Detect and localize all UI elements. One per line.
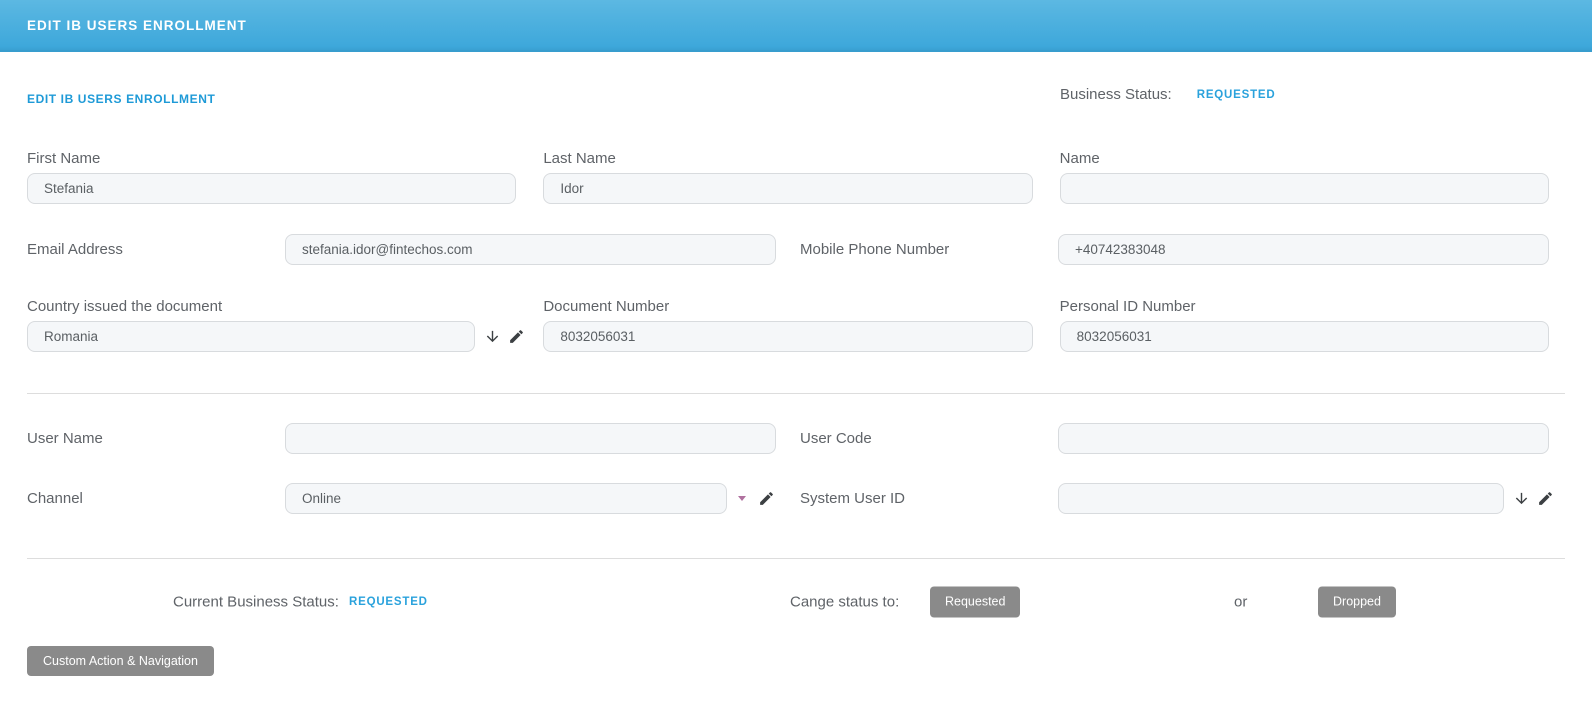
field-group-document-number: Document Number <box>543 298 1032 352</box>
personal-id-input[interactable] <box>1060 321 1549 352</box>
email-label: Email Address <box>27 241 285 258</box>
first-name-label: First Name <box>27 150 516 167</box>
custom-action-navigation-button[interactable]: Custom Action & Navigation <box>27 646 214 676</box>
mobile-input[interactable] <box>1058 234 1549 265</box>
system-user-id-label: System User ID <box>800 490 1058 507</box>
user-name-input[interactable] <box>285 423 776 454</box>
channel-label: Channel <box>27 490 285 507</box>
form-content: EDIT IB USERS ENROLLMENT Business Status… <box>0 86 1592 676</box>
section-title-link[interactable]: EDIT IB USERS ENROLLMENT <box>27 92 215 106</box>
current-business-status-label: Current Business Status: <box>173 593 339 610</box>
field-group-user-name: User Name <box>27 423 776 454</box>
app-header-bar: EDIT IB USERS ENROLLMENT <box>0 0 1592 52</box>
row-names: First Name Last Name Name <box>27 150 1549 204</box>
footer-row: Custom Action & Navigation <box>27 646 1565 676</box>
personal-id-label: Personal ID Number <box>1060 298 1549 315</box>
country-pencil-edit-icon[interactable] <box>508 328 525 345</box>
status-change-row: Current Business Status: REQUESTED Cange… <box>27 586 1565 617</box>
business-status-value: REQUESTED <box>1197 89 1276 101</box>
name-input[interactable] <box>1060 173 1549 204</box>
business-status: Business Status: REQUESTED <box>1060 86 1276 103</box>
current-business-status-value: REQUESTED <box>349 596 428 608</box>
country-arrow-down-icon[interactable] <box>484 328 501 345</box>
channel-select-input[interactable] <box>285 483 727 514</box>
system-user-id-pencil-edit-icon[interactable] <box>1537 490 1554 507</box>
email-input[interactable] <box>285 234 776 265</box>
mobile-label: Mobile Phone Number <box>800 241 1058 258</box>
country-label: Country issued the document <box>27 298 516 315</box>
document-number-label: Document Number <box>543 298 1032 315</box>
requested-status-button[interactable]: Requested <box>930 586 1020 617</box>
title-row: EDIT IB USERS ENROLLMENT Business Status… <box>27 86 1565 108</box>
change-status-label: Cange status to: <box>790 593 899 610</box>
field-group-name: Name <box>1060 150 1549 204</box>
document-number-input[interactable] <box>543 321 1032 352</box>
user-code-label: User Code <box>800 430 1058 447</box>
section-divider-bottom <box>27 558 1565 559</box>
field-group-channel: Channel <box>27 483 776 514</box>
field-group-last-name: Last Name <box>543 150 1032 204</box>
channel-pencil-edit-icon[interactable] <box>758 490 775 507</box>
last-name-input[interactable] <box>543 173 1032 204</box>
field-group-user-code: User Code <box>800 423 1549 454</box>
field-group-personal-id: Personal ID Number <box>1060 298 1549 352</box>
last-name-label: Last Name <box>543 150 1032 167</box>
channel-dropdown-caret-icon[interactable] <box>738 496 746 501</box>
first-name-input[interactable] <box>27 173 516 204</box>
row-user: User Name User Code <box>27 423 1549 454</box>
field-group-mobile: Mobile Phone Number <box>800 234 1549 265</box>
name-label: Name <box>1060 150 1549 167</box>
dropped-status-button[interactable]: Dropped <box>1318 586 1396 617</box>
or-text: or <box>1234 593 1247 610</box>
section-divider-top <box>27 393 1565 394</box>
field-group-first-name: First Name <box>27 150 516 204</box>
row-documents: Country issued the document Document Num… <box>27 298 1549 352</box>
user-code-input[interactable] <box>1058 423 1549 454</box>
row-channel: Channel System User ID <box>27 483 1549 514</box>
system-user-id-input[interactable] <box>1058 483 1504 514</box>
business-status-label: Business Status: <box>1060 86 1172 103</box>
row-contact: Email Address Mobile Phone Number <box>27 234 1549 265</box>
field-group-email: Email Address <box>27 234 776 265</box>
system-user-id-arrow-down-icon[interactable] <box>1513 490 1530 507</box>
field-group-system-user-id: System User ID <box>800 483 1549 514</box>
country-input[interactable] <box>27 321 475 352</box>
app-header-title: EDIT IB USERS ENROLLMENT <box>27 18 247 33</box>
field-group-country: Country issued the document <box>27 298 516 352</box>
user-name-label: User Name <box>27 430 285 447</box>
